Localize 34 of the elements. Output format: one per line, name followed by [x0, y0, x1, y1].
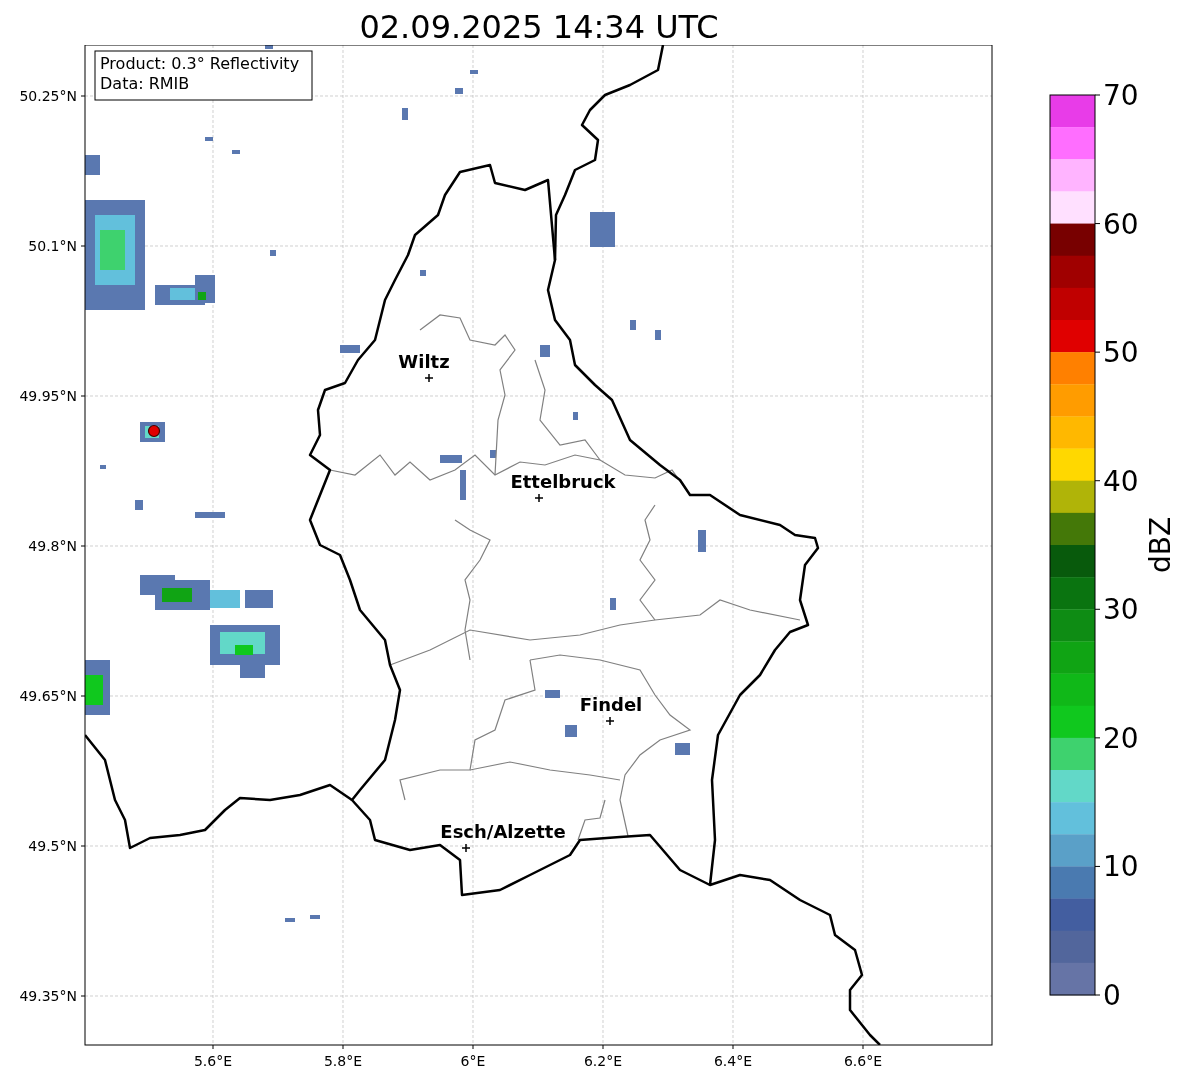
chart-title: 02.09.2025 14:34 UTC — [359, 11, 719, 45]
colorbar-tick-label: 20 — [1103, 721, 1139, 755]
colorbar-tick-label: 10 — [1103, 850, 1139, 884]
axis-tick-label: 49.65°N — [19, 688, 77, 704]
city-marker-icon — [534, 493, 544, 503]
axis-tick-label: 6°E — [460, 1053, 486, 1069]
colorbar-tick-label: 50 — [1103, 336, 1139, 370]
city-marker-icon — [461, 843, 471, 853]
axis-tick-label: 49.5°N — [28, 838, 77, 854]
colorbar-tick-label: 0 — [1103, 979, 1121, 1012]
axis-tick-label: 49.95°N — [19, 388, 77, 404]
city-label: Findel — [579, 694, 643, 715]
colorbar-tick-label: 70 — [1103, 79, 1139, 112]
city-label: Ettelbruck — [510, 471, 616, 492]
colorbar-tick-label: 40 — [1103, 464, 1139, 498]
axis-tick-label: 50.25°N — [19, 88, 77, 104]
city-label: Wiltz — [398, 351, 450, 372]
info-text: Product: 0.3° Reflectivity — [100, 54, 300, 73]
axis-tick-label: 6.6°E — [843, 1053, 883, 1069]
city-marker-icon — [605, 716, 615, 726]
axis-tick-label: 5.8°E — [323, 1053, 363, 1069]
colorbar-label: dBZ — [1144, 516, 1177, 574]
axis-tick-label: 6.2°E — [583, 1053, 623, 1069]
axis-tick-label: 49.8°N — [28, 538, 77, 554]
axis-tick-label: 50.1°N — [28, 238, 77, 254]
colorbar-tick-label: 30 — [1103, 593, 1139, 627]
axis-tick-label: 5.6°E — [193, 1053, 233, 1069]
city-marker-icon — [424, 373, 434, 383]
axis-tick-label: 6.4°E — [713, 1053, 753, 1069]
city-label: Esch/Alzette — [440, 821, 566, 842]
radar-site-icon — [147, 424, 161, 438]
info-text: Data: RMIB — [100, 74, 190, 93]
axis-tick-label: 49.35°N — [19, 988, 77, 1004]
colorbar-tick-label: 60 — [1103, 207, 1139, 241]
